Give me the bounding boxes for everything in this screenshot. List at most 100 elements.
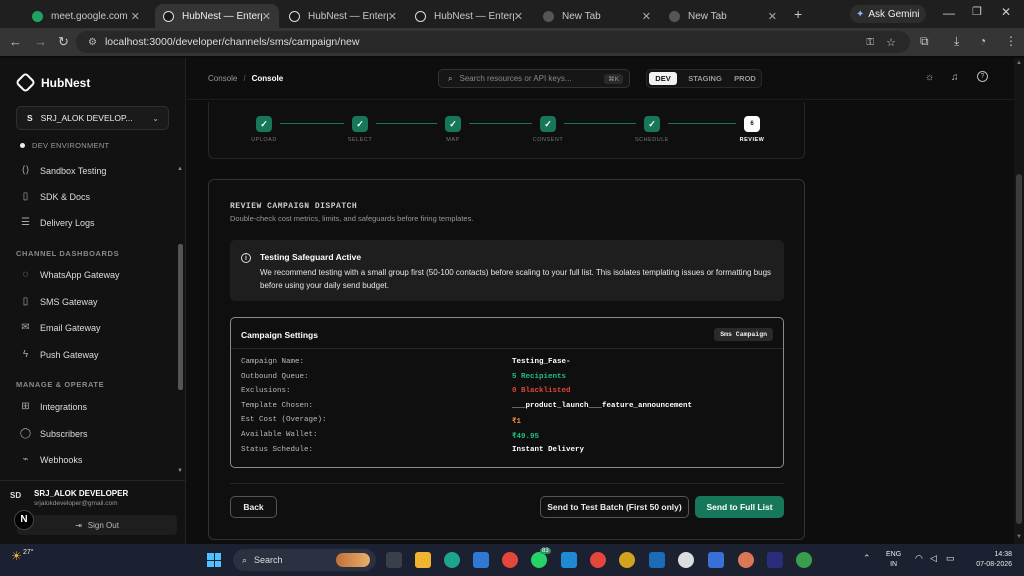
stepper-step[interactable]: ✓ CONSENT xyxy=(518,116,578,143)
bookmark-star-icon[interactable]: ☆ xyxy=(886,36,896,49)
clock[interactable]: 14:38 07-08-2026 xyxy=(974,550,1012,570)
stepper-step[interactable]: ✓ MAP xyxy=(423,116,483,143)
notification-bell-icon[interactable]: ♫ xyxy=(951,72,959,83)
workspace-switcher[interactable]: S SRJ_ALOK DEVELOP... ⌄ xyxy=(16,106,169,130)
close-tab-icon[interactable]: ✕ xyxy=(768,10,777,23)
back-arrow-icon[interactable]: ← xyxy=(9,34,22,49)
env-tab[interactable]: DEV xyxy=(649,72,677,85)
whatsapp-icon[interactable] xyxy=(531,552,547,568)
sidebar-item[interactable]: ⟨⟩ Sandbox Testing xyxy=(20,165,107,176)
env-tab[interactable]: PROD xyxy=(731,72,759,85)
tab-favicon-icon xyxy=(669,10,680,22)
brand[interactable]: HubNest xyxy=(14,71,90,94)
store-icon[interactable] xyxy=(473,552,489,568)
stepper-step[interactable]: ✓ UPLOAD xyxy=(234,116,294,143)
new-tab-button[interactable]: + xyxy=(794,6,802,22)
start-tile xyxy=(214,560,221,567)
close-tab-icon[interactable]: ✕ xyxy=(131,10,140,23)
browser-tab[interactable]: New Tab ✕ xyxy=(661,4,785,28)
browser-tab[interactable]: HubNest — Enterprise✕ xyxy=(407,4,531,28)
browser-tab[interactable]: meet.google.com ✕ xyxy=(24,4,148,28)
taskbar-search[interactable]: ⌕ Search xyxy=(233,549,376,571)
scroll-down-icon[interactable]: ▼ xyxy=(177,468,183,474)
workspace-initial: S xyxy=(27,113,33,123)
sidebar-item[interactable]: ⌁ Webhooks xyxy=(20,454,82,465)
wifi-icon[interactable]: ◠ xyxy=(915,553,923,564)
claude-icon[interactable] xyxy=(738,552,754,568)
browser-tab[interactable]: HubNest — Enterprise✕ xyxy=(155,4,279,28)
send-test-batch-button[interactable]: Send to Test Batch (First 50 only) xyxy=(540,496,689,518)
page-scroll-down-icon[interactable]: ▼ xyxy=(1016,534,1022,540)
page-scroll-thumb[interactable] xyxy=(1016,174,1022,524)
weather-widget[interactable]: ☀ 27° xyxy=(11,549,34,563)
back-button[interactable]: Back xyxy=(230,496,277,518)
close-tab-icon[interactable]: ✕ xyxy=(388,10,397,23)
sidebar-item[interactable]: ☰ Delivery Logs xyxy=(20,217,95,228)
sidebar-scrollbar[interactable]: ▲ ▼ xyxy=(176,166,184,476)
menu-kebab-icon[interactable]: ⋮ xyxy=(1005,34,1017,48)
profile-icon[interactable]: ◔ xyxy=(979,34,986,48)
send-full-list-button[interactable]: Send to Full List xyxy=(695,496,784,518)
language-indicator[interactable]: ENG IN xyxy=(886,550,901,570)
openai-icon[interactable] xyxy=(678,552,694,568)
tray-chevron-icon[interactable]: ⌃ xyxy=(863,553,871,564)
close-tab-icon[interactable]: ✕ xyxy=(642,10,651,23)
chrome-icon[interactable] xyxy=(502,552,518,568)
edge-icon[interactable] xyxy=(444,552,460,568)
maximize-icon[interactable]: ❐ xyxy=(972,5,982,18)
tab-title: HubNest — Enterprise xyxy=(308,10,388,22)
sign-out-button[interactable]: ⇥ Sign Out xyxy=(17,515,177,535)
code-icon: ⟨⟩ xyxy=(21,165,30,176)
stepper-step[interactable]: ✓ SCHEDULE xyxy=(622,116,682,143)
theme-sun-icon[interactable]: ☼ xyxy=(925,72,934,83)
chrome-alt-icon[interactable] xyxy=(796,552,812,568)
vector-app-icon[interactable] xyxy=(767,552,783,568)
sidebar-item[interactable]: ▯ SMS Gateway xyxy=(20,296,98,307)
reload-icon[interactable]: ↻ xyxy=(58,34,69,50)
stepper-step[interactable]: ✓ SELECT xyxy=(330,116,390,143)
download-icon[interactable]: ⤓ xyxy=(954,34,959,49)
close-window-icon[interactable]: ✕ xyxy=(1001,5,1011,19)
chrome-active-icon[interactable] xyxy=(590,552,606,568)
sidebar-item[interactable]: ϟ Push Gateway xyxy=(20,349,99,360)
phone-icon: ▯ xyxy=(22,296,29,307)
breadcrumb-root[interactable]: Console xyxy=(208,74,237,83)
scroll-thumb[interactable] xyxy=(178,244,183,390)
site-info-icon[interactable]: ⚙ xyxy=(88,37,97,48)
url-bar[interactable]: ⚙ localhost:3000/developer/channels/sms/… xyxy=(76,31,910,53)
battery-icon[interactable]: ▭ xyxy=(946,553,955,564)
chrome-profile-icon[interactable] xyxy=(619,552,635,568)
sidebar-item[interactable]: ⊞ Integrations xyxy=(20,401,87,412)
volume-icon[interactable]: ◁ xyxy=(930,553,937,564)
close-tab-icon[interactable]: ✕ xyxy=(514,10,523,23)
clock-time: 14:38 xyxy=(994,551,1012,558)
env-tab[interactable]: STAGING xyxy=(685,72,725,85)
page-scroll-up-icon[interactable]: ▲ xyxy=(1016,60,1022,66)
close-tab-icon[interactable]: ✕ xyxy=(262,10,271,23)
sidebar-item[interactable]: ◌ WhatsApp Gateway xyxy=(20,269,120,280)
sidebar-item[interactable]: ◯ Subscribers xyxy=(20,428,88,439)
windows-start-icon[interactable] xyxy=(207,553,221,567)
gemini-button[interactable]: ✦ Ask Gemini xyxy=(850,5,926,23)
search-input[interactable]: ⌕ Search resources or API keys... ⌘K xyxy=(438,69,630,88)
help-icon[interactable]: ? xyxy=(977,71,988,82)
monitor-app-icon[interactable] xyxy=(649,552,665,568)
file-explorer-icon[interactable] xyxy=(415,552,431,568)
stepper-step[interactable]: 6 REVIEW xyxy=(722,116,782,143)
vscode-icon[interactable] xyxy=(561,552,577,568)
settings-key: Status Schedule: xyxy=(241,445,314,454)
sidebar-item[interactable]: ▯ SDK & Docs xyxy=(20,191,90,202)
extensions-icon[interactable]: ⧉ xyxy=(920,34,929,49)
sidebar-item[interactable]: ✉ Email Gateway xyxy=(20,322,100,333)
scroll-up-icon[interactable]: ▲ xyxy=(177,166,183,172)
font-app-icon[interactable] xyxy=(708,552,724,568)
step-marker: ✓ xyxy=(445,116,461,132)
minimize-icon[interactable]: — xyxy=(943,6,955,20)
page-scrollbar[interactable]: ▲ ▼ xyxy=(1014,58,1024,544)
avatar[interactable]: SD xyxy=(10,491,21,500)
browser-tab[interactable]: New Tab ✕ xyxy=(535,4,659,28)
task-view-icon[interactable] xyxy=(386,552,402,568)
browser-tab[interactable]: HubNest — Enterprise✕ xyxy=(281,4,405,28)
forward-arrow-icon[interactable]: → xyxy=(34,34,47,49)
password-key-icon[interactable]: ⚿ xyxy=(866,37,874,48)
